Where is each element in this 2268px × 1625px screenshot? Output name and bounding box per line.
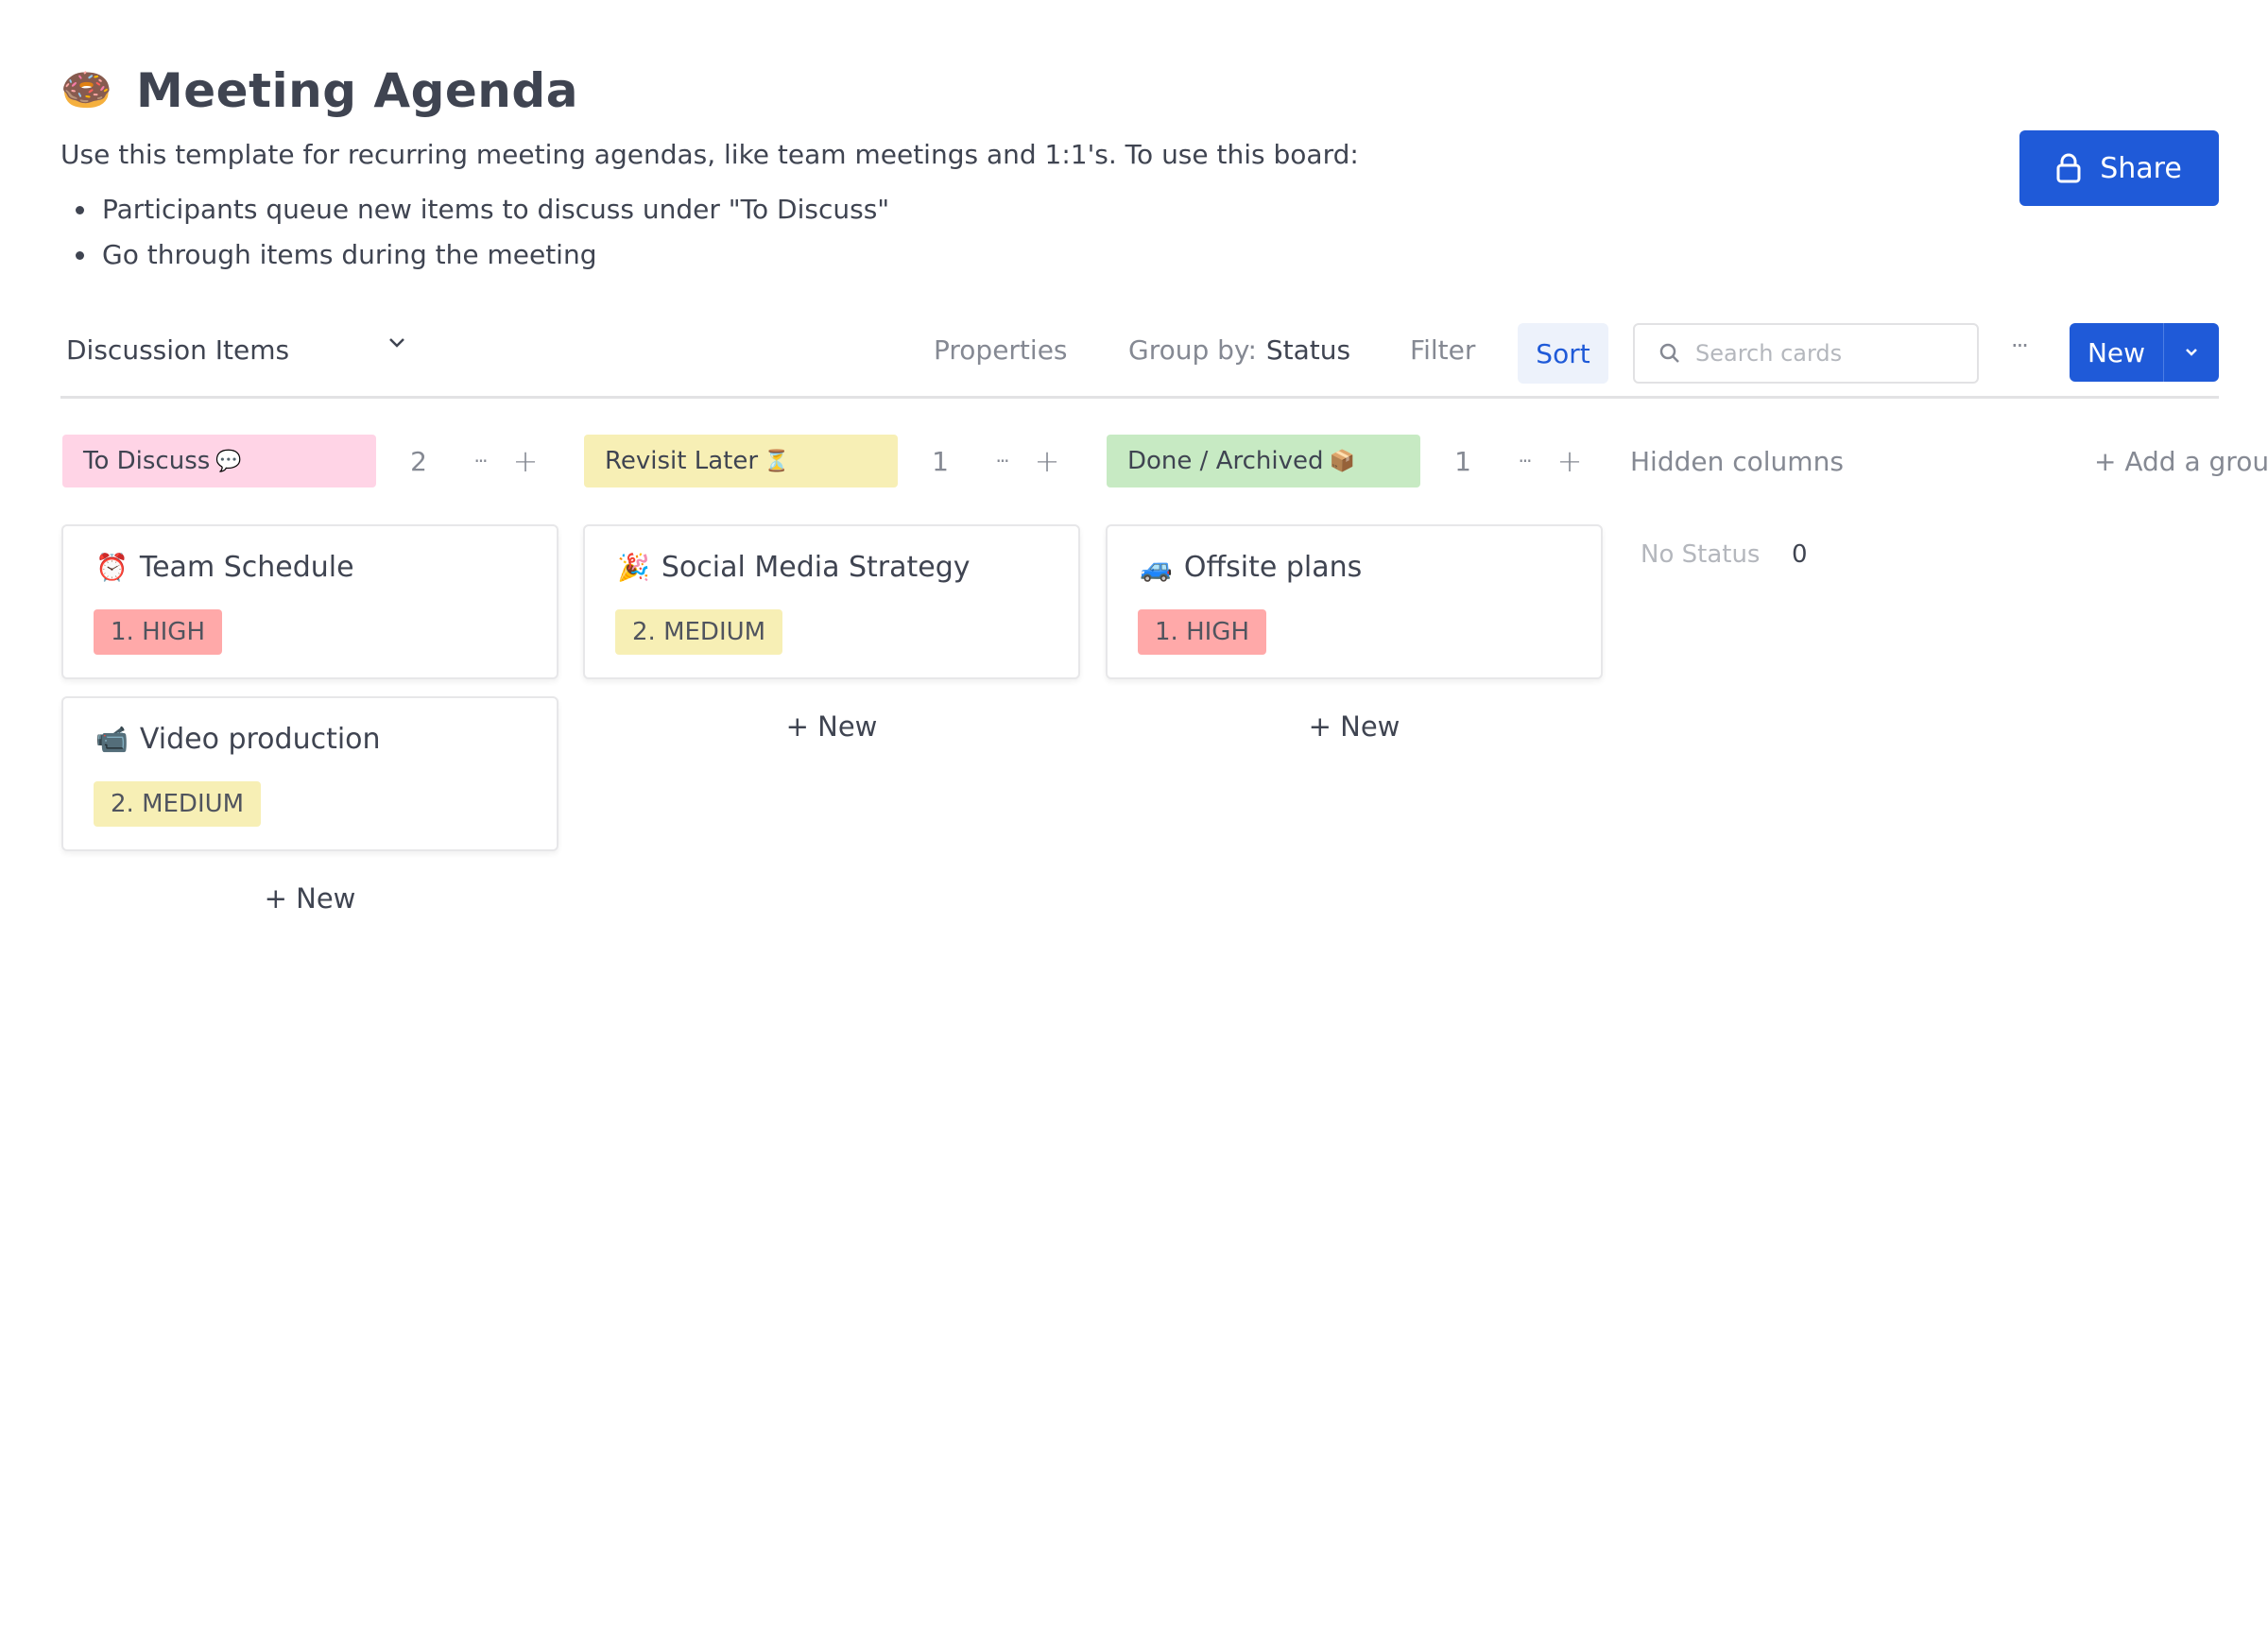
- view-selector[interactable]: Discussion Items: [66, 334, 404, 366]
- column-name: Revisit Later: [605, 447, 759, 475]
- column-name: To Discuss: [83, 447, 211, 475]
- card-offsite-plans[interactable]: 🚙 Offsite plans 1. HIGH: [1106, 524, 1603, 679]
- card-title: 🚙 Offsite plans: [1140, 551, 1362, 584]
- share-button[interactable]: Share: [2019, 130, 2219, 206]
- card-title-text: Offsite plans: [1183, 551, 1363, 584]
- column-title-pill[interactable]: Revisit Later ⏳: [584, 435, 898, 488]
- board-header: 🍩 Meeting Agenda Use this template for r…: [60, 57, 2215, 278]
- more-options-button[interactable]: ···: [2011, 333, 2029, 359]
- hidden-column-no-status[interactable]: No Status: [1641, 540, 1760, 569]
- card-title-text: Team Schedule: [139, 551, 354, 584]
- card-social-media-strategy[interactable]: 🎉 Social Media Strategy 2. MEDIUM: [583, 524, 1080, 679]
- card-title: ⏰ Team Schedule: [95, 551, 354, 584]
- new-dropdown-button[interactable]: [2164, 323, 2219, 382]
- alarm-clock-icon: ⏰: [95, 552, 129, 583]
- search-box[interactable]: [1633, 323, 1979, 384]
- column-title-pill[interactable]: To Discuss 💬: [62, 435, 376, 488]
- column-count: 2: [410, 445, 427, 477]
- party-popper-icon: 🎉: [617, 552, 650, 583]
- card-video-production[interactable]: 📹 Video production 2. MEDIUM: [61, 696, 558, 851]
- priority-badge: 1. HIGH: [94, 609, 222, 655]
- new-card-split-button: New: [2070, 323, 2219, 382]
- column-options-button[interactable]: ···: [461, 450, 499, 472]
- column-add-card-button[interactable]: +: [1021, 443, 1074, 479]
- column-count: 1: [932, 445, 949, 477]
- car-icon: 🚙: [1140, 552, 1173, 583]
- donut-icon[interactable]: 🍩: [60, 70, 117, 111]
- card-title-text: Video production: [139, 723, 381, 756]
- add-new-card-to-discuss[interactable]: + New: [61, 882, 558, 915]
- card-title: 🎉 Social Media Strategy: [617, 551, 971, 584]
- share-label: Share: [2100, 151, 2182, 185]
- column-options-button[interactable]: ···: [983, 450, 1021, 472]
- hourglass-icon: ⏳: [764, 449, 790, 473]
- board-description[interactable]: Use this template for recurring meeting …: [60, 136, 2215, 174]
- hidden-column-count: 0: [1792, 540, 1808, 569]
- add-new-card-revisit-later[interactable]: + New: [583, 710, 1080, 743]
- lock-icon: [2056, 153, 2081, 183]
- bullet-item: Go through items during the meeting: [60, 232, 2215, 278]
- group-by-value: Status: [1265, 334, 1351, 366]
- column-header-to-discuss: To Discuss 💬 2 ··· +: [62, 435, 552, 488]
- card-team-schedule[interactable]: ⏰ Team Schedule 1. HIGH: [61, 524, 558, 679]
- title-row: 🍩 Meeting Agenda: [60, 57, 2215, 125]
- chevron-down-icon: [389, 338, 404, 348]
- speech-bubble-icon: 💬: [215, 449, 242, 473]
- column-add-card-button[interactable]: +: [1543, 443, 1596, 479]
- view-name: Discussion Items: [66, 334, 290, 366]
- board-toolbar: Discussion Items Properties Group by: Sta…: [60, 321, 2219, 399]
- priority-badge: 1. HIGH: [1138, 609, 1266, 655]
- add-group-button[interactable]: + Add a group: [2094, 446, 2268, 477]
- card-title: 📹 Video production: [95, 723, 381, 756]
- add-new-card-done-archived[interactable]: + New: [1106, 710, 1603, 743]
- group-by-label: Group by:: [1128, 334, 1257, 366]
- page-title[interactable]: Meeting Agenda: [136, 63, 578, 118]
- column-options-button[interactable]: ···: [1505, 450, 1543, 472]
- bullet-item: Participants queue new items to discuss …: [60, 187, 2215, 232]
- description-bullets: Participants queue new items to discuss …: [60, 187, 2215, 278]
- search-icon: [1659, 343, 1679, 363]
- priority-badge: 2. MEDIUM: [94, 781, 262, 827]
- column-name: Done / Archived: [1127, 447, 1324, 475]
- package-icon: 📦: [1329, 449, 1355, 473]
- properties-button[interactable]: Properties: [934, 334, 1068, 366]
- priority-badge: 2. MEDIUM: [615, 609, 783, 655]
- column-count: 1: [1454, 445, 1471, 477]
- column-title-pill[interactable]: Done / Archived 📦: [1107, 435, 1420, 488]
- sort-button[interactable]: Sort: [1518, 323, 1608, 384]
- column-header-done-archived: Done / Archived 📦 1 ··· +: [1107, 435, 1596, 488]
- column-header-revisit-later: Revisit Later ⏳ 1 ··· +: [584, 435, 1074, 488]
- chevron-down-icon: [2186, 349, 2197, 356]
- hidden-columns-label: Hidden columns: [1630, 446, 1844, 477]
- search-input[interactable]: [1695, 340, 1969, 367]
- card-title-text: Social Media Strategy: [661, 551, 971, 584]
- column-add-card-button[interactable]: +: [499, 443, 552, 479]
- group-by-button[interactable]: Group by: Status: [1128, 334, 1350, 366]
- video-camera-icon: 📹: [95, 724, 129, 755]
- filter-button[interactable]: Filter: [1410, 334, 1475, 366]
- new-card-button[interactable]: New: [2070, 323, 2164, 382]
